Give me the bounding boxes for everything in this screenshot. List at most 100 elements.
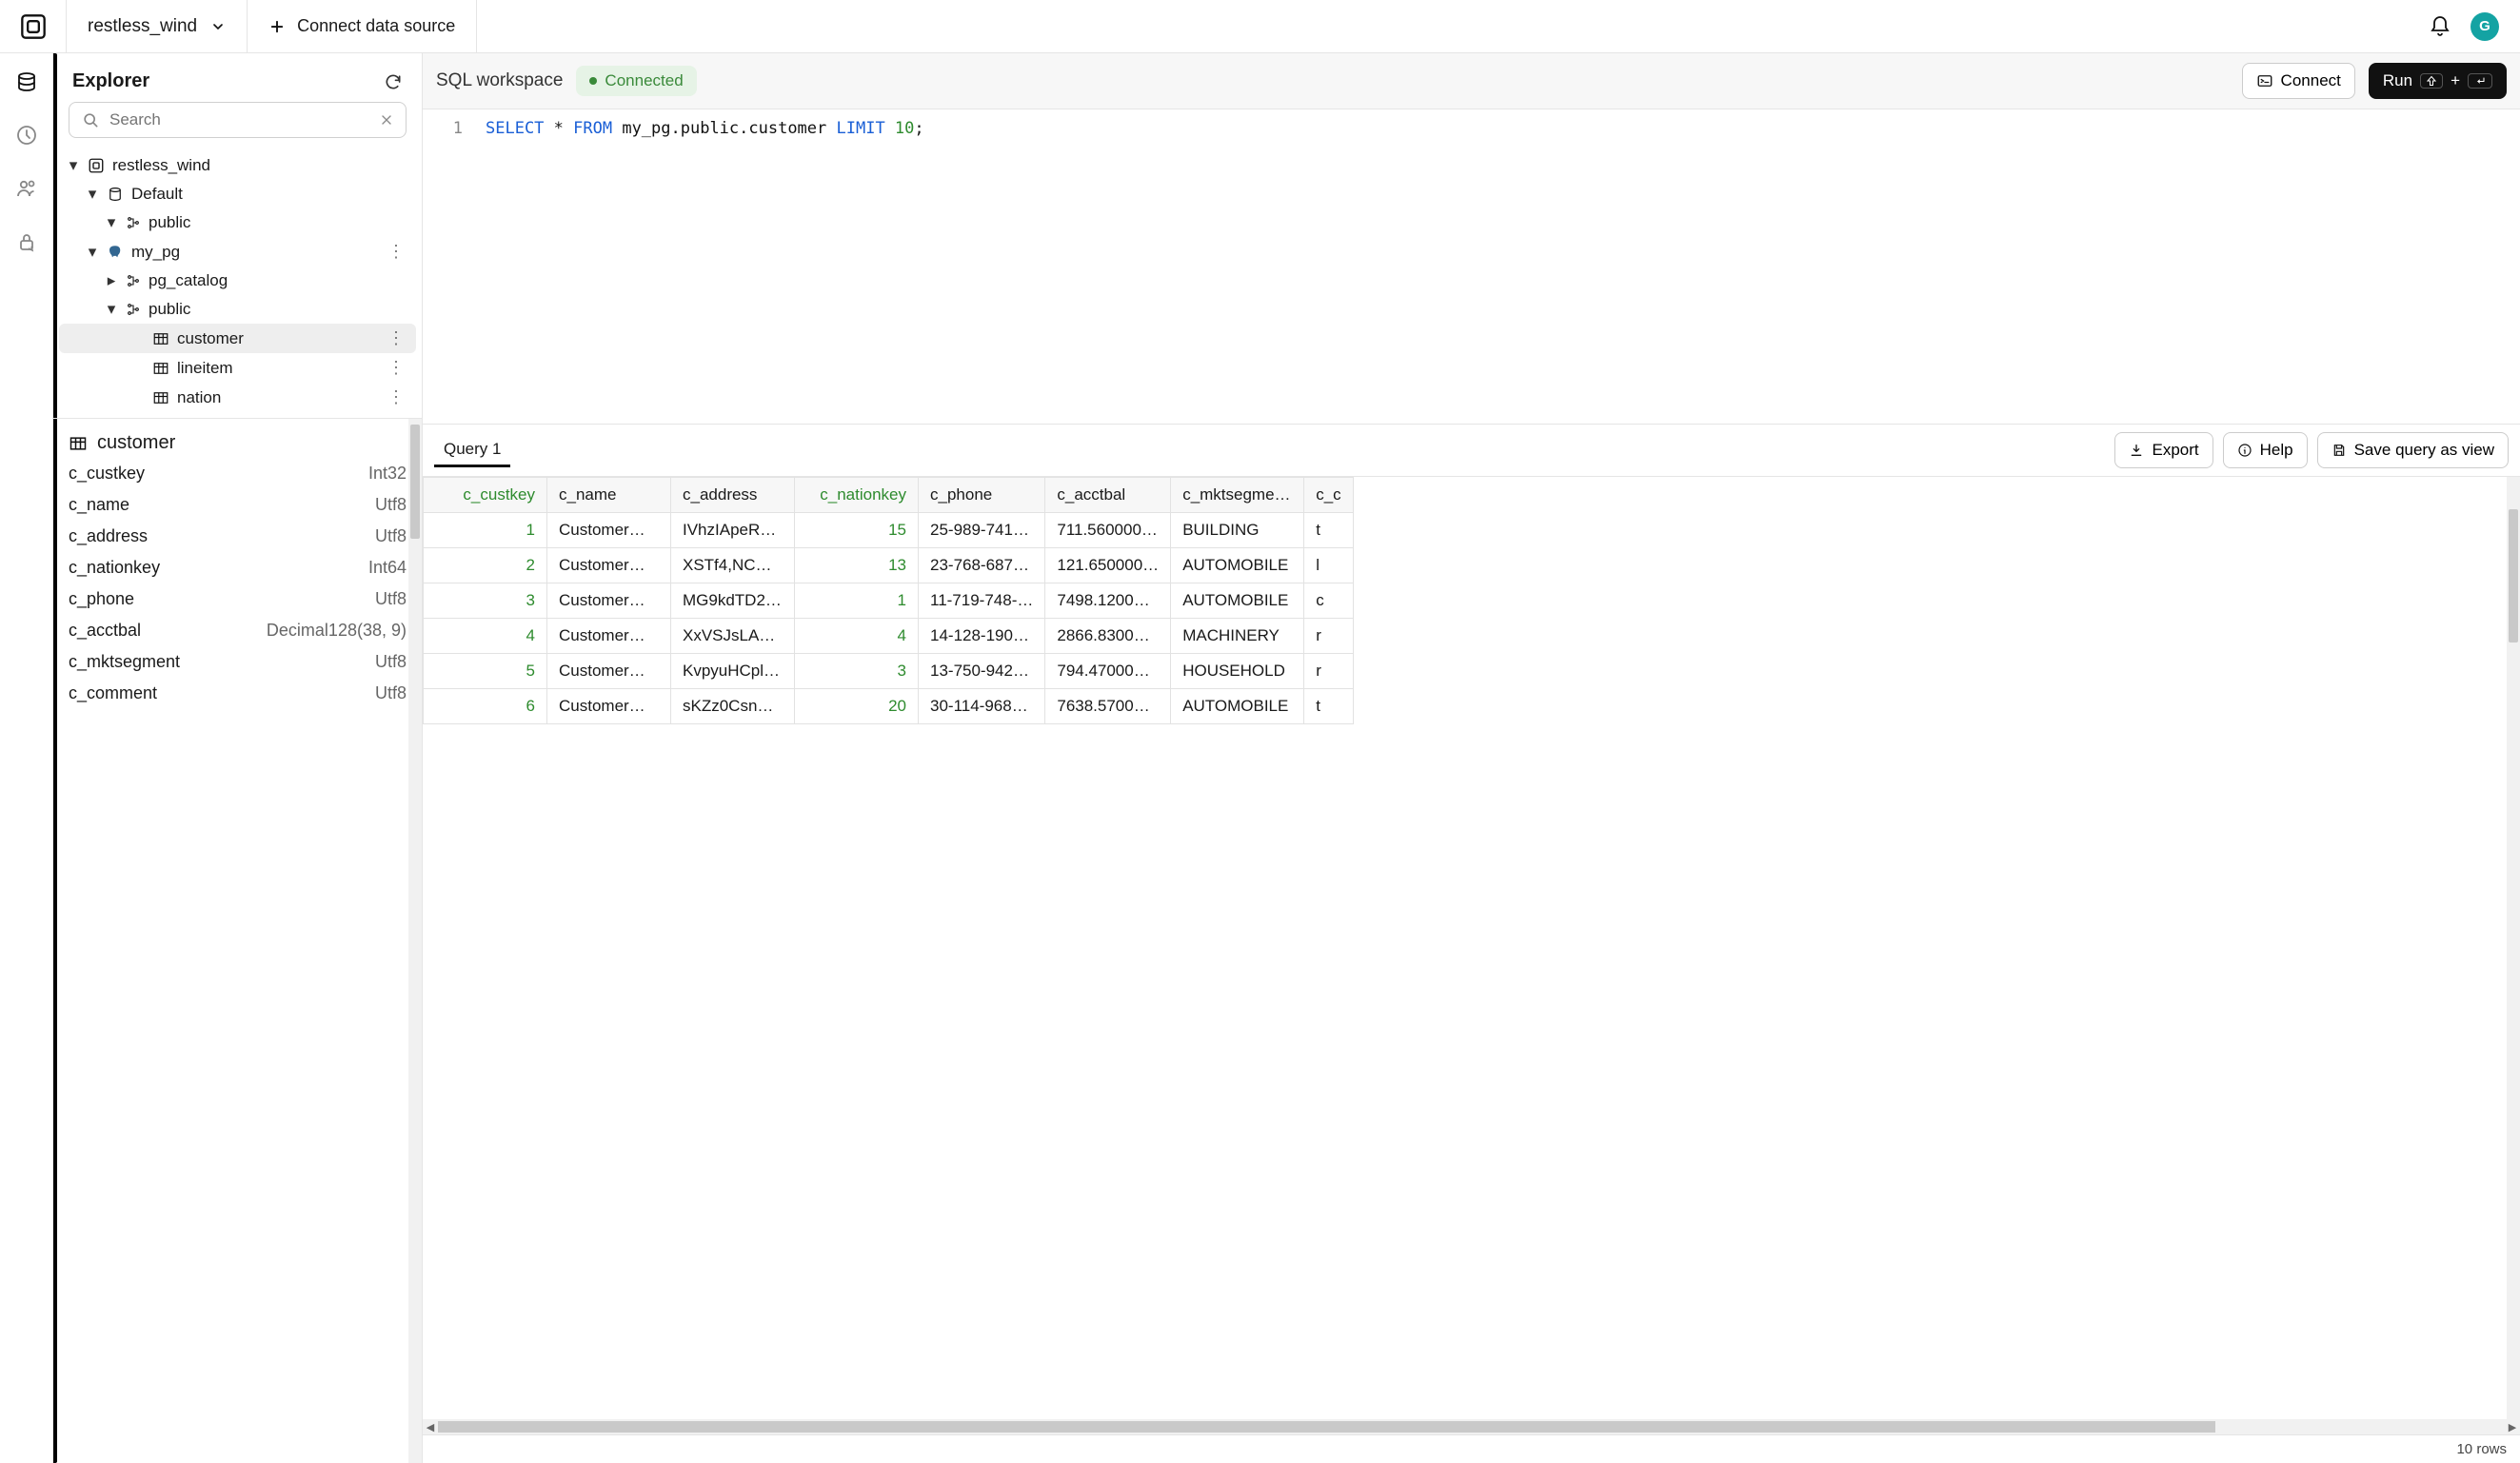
column-name: c_nationkey: [69, 558, 160, 578]
connect-button-label: Connect: [2281, 71, 2341, 90]
table-row[interactable]: 3Customer…MG9kdTD2…111-719-748-…7498.120…: [424, 583, 1354, 619]
column-header[interactable]: c_custkey: [424, 478, 547, 513]
scrollbar-thumb[interactable]: [410, 425, 420, 539]
cell: HOUSEHOLD: [1171, 654, 1304, 689]
tree-table-customer-label: customer: [177, 329, 376, 348]
column-header[interactable]: c_phone: [919, 478, 1045, 513]
scrollbar-thumb[interactable]: [438, 1421, 2215, 1433]
project-icon: [88, 157, 105, 174]
search-icon: [81, 110, 100, 129]
workspace-title: SQL workspace: [436, 70, 563, 91]
scroll-right-icon[interactable]: ▶: [2505, 1421, 2520, 1433]
tree-project[interactable]: ▾ restless_wind: [59, 151, 416, 180]
status-text: Connected: [605, 71, 683, 90]
tree-table-lineitem-label: lineitem: [177, 359, 376, 378]
more-icon[interactable]: ⋮: [384, 242, 408, 262]
token-from: FROM: [573, 119, 612, 138]
sql-editor[interactable]: 1 SELECT * FROM my_pg.public.customer LI…: [423, 109, 2520, 424]
table-row[interactable]: 4Customer…XxVSJsLA…414-128-190…2866.8300…: [424, 619, 1354, 654]
column-detail-row: c_phoneUtf8: [69, 589, 407, 609]
tree-project-label: restless_wind: [112, 156, 408, 175]
cell: 11-719-748-…: [919, 583, 1045, 619]
tree-schema-my-pg-public[interactable]: ▾ public: [59, 295, 416, 324]
cell: XSTf4,NC…: [671, 548, 795, 583]
column-header[interactable]: c_c: [1304, 478, 1353, 513]
results-grid: c_custkeyc_namec_addressc_nationkeyc_pho…: [423, 477, 1354, 724]
explorer-title: Explorer: [72, 70, 149, 92]
table-row[interactable]: 2Customer…XSTf4,NC…1323-768-687…121.6500…: [424, 548, 1354, 583]
cell: 7638.5700…: [1045, 689, 1171, 724]
scrollbar-thumb[interactable]: [2509, 509, 2518, 643]
tree-table-customer[interactable]: customer ⋮: [59, 324, 416, 353]
results-v-scrollbar[interactable]: [2507, 477, 2520, 1419]
column-name: c_comment: [69, 683, 157, 703]
clear-search-icon[interactable]: [379, 112, 394, 128]
save-view-button[interactable]: Save query as view: [2317, 432, 2509, 468]
cell: 2: [424, 548, 547, 583]
search-input[interactable]: [109, 110, 369, 129]
export-button-label: Export: [2152, 441, 2198, 460]
rail-security-icon[interactable]: [13, 228, 40, 255]
more-icon[interactable]: ⋮: [384, 387, 408, 407]
avatar[interactable]: G: [2470, 12, 2499, 41]
cell: 4: [424, 619, 547, 654]
cell: 5: [424, 654, 547, 689]
project-selector[interactable]: restless_wind: [67, 0, 248, 52]
results-h-scrollbar[interactable]: ◀ ▶: [423, 1419, 2520, 1434]
tree-schema-default-public[interactable]: ▾ public: [59, 208, 416, 237]
rail-history-icon[interactable]: [13, 122, 40, 148]
cell: AUTOMOBILE: [1171, 583, 1304, 619]
avatar-initial: G: [2479, 18, 2490, 34]
status-badge: Connected: [576, 66, 696, 96]
explorer-search[interactable]: [69, 102, 407, 138]
table-icon: [152, 360, 169, 377]
postgres-icon: [107, 244, 124, 261]
table-row[interactable]: 6Customer…sKZz0Csn…2030-114-968…7638.570…: [424, 689, 1354, 724]
tree-table-nation[interactable]: nation ⋮: [59, 383, 416, 412]
table-row[interactable]: 1Customer…IVhzIApeR…1525-989-741…711.560…: [424, 513, 1354, 548]
tree-db-default-label: Default: [131, 185, 408, 204]
column-type: Int64: [368, 558, 407, 578]
cell: Customer…: [547, 689, 671, 724]
cell: 1: [424, 513, 547, 548]
row-count: 10 rows: [2456, 1441, 2507, 1457]
connect-data-source-button[interactable]: Connect data source: [248, 0, 477, 52]
column-type: Utf8: [375, 652, 407, 672]
help-button[interactable]: Help: [2223, 432, 2308, 468]
scroll-left-icon[interactable]: ◀: [423, 1421, 438, 1433]
refresh-icon[interactable]: [384, 72, 403, 91]
tree-table-lineitem[interactable]: lineitem ⋮: [59, 353, 416, 383]
tree-db-default[interactable]: ▾ Default: [59, 180, 416, 208]
cell: MACHINERY: [1171, 619, 1304, 654]
rail-users-icon[interactable]: [13, 175, 40, 202]
cell: 20: [795, 689, 919, 724]
bell-icon[interactable]: [2429, 15, 2451, 38]
column-header[interactable]: c_acctbal: [1045, 478, 1171, 513]
column-header[interactable]: c_address: [671, 478, 795, 513]
connect-button[interactable]: Connect: [2242, 63, 2355, 99]
run-button[interactable]: Run +: [2369, 63, 2507, 99]
tree-schema-pg-catalog[interactable]: ▸ pg_catalog: [59, 267, 416, 295]
app-logo[interactable]: [0, 0, 67, 52]
cell: 2866.8300…: [1045, 619, 1171, 654]
tab-query-1[interactable]: Query 1: [434, 434, 510, 467]
more-icon[interactable]: ⋮: [384, 358, 408, 378]
more-icon[interactable]: ⋮: [384, 328, 408, 348]
token-select: SELECT: [486, 119, 544, 138]
table-row[interactable]: 5Customer…KvpyuHCpl…313-750-942…794.4700…: [424, 654, 1354, 689]
column-header[interactable]: c_name: [547, 478, 671, 513]
export-button[interactable]: Export: [2114, 432, 2212, 468]
chevron-down-icon: ▾: [105, 213, 118, 232]
column-detail-row: c_nameUtf8: [69, 495, 407, 515]
rail-data-icon[interactable]: [13, 69, 40, 95]
column-header[interactable]: c_nationkey: [795, 478, 919, 513]
details-scrollbar[interactable]: [408, 419, 422, 1463]
cell: 794.47000…: [1045, 654, 1171, 689]
cell: Customer…: [547, 583, 671, 619]
tree-db-my-pg[interactable]: ▾ my_pg ⋮: [59, 237, 416, 267]
cell: 3: [795, 654, 919, 689]
cell: Customer…: [547, 513, 671, 548]
table-icon: [152, 330, 169, 347]
column-header[interactable]: c_mktsegme…: [1171, 478, 1304, 513]
cell: t: [1304, 513, 1353, 548]
